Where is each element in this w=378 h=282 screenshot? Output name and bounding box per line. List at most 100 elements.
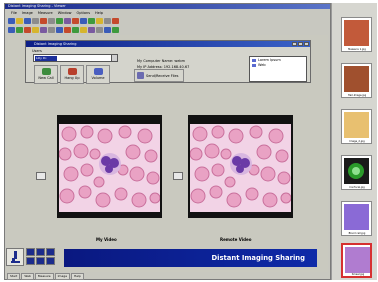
minimize-button[interactable] [292, 42, 297, 46]
thumbnail-image [344, 20, 369, 46]
user-name: Web [258, 63, 266, 67]
thumbnail[interactable]: Blood cell.jpg [341, 201, 372, 236]
thumbnail[interactable]: Confocal.jpg [341, 155, 372, 190]
color-icon[interactable] [96, 18, 103, 24]
tool-tile[interactable] [46, 248, 55, 256]
undo-icon[interactable] [64, 18, 71, 24]
microscope-icon [11, 251, 20, 263]
blood-smear-image [59, 124, 160, 212]
status-tab[interactable]: Measure [34, 272, 54, 280]
measure-icon[interactable] [88, 18, 95, 24]
tool-tile[interactable] [36, 248, 45, 256]
my-video-panel [57, 115, 162, 218]
thumbnail-caption: Image_2.jpg [349, 140, 365, 143]
toolbar-row-1 [8, 17, 119, 25]
capture-icon[interactable] [36, 172, 46, 180]
zoom-in-icon[interactable] [72, 18, 79, 24]
hang-up-button[interactable]: Hang Up [60, 65, 84, 84]
conference-title-bar: Distant Imaging Sharing [26, 41, 310, 47]
rect-icon[interactable] [72, 27, 79, 33]
fill-icon[interactable] [104, 27, 111, 33]
menu-file[interactable]: File [11, 11, 17, 15]
user-icon [252, 59, 256, 62]
thumbnail-caption: Blood cell.jpg [348, 232, 366, 235]
thumbnail[interactable]: Hair-Image.jpg [341, 63, 372, 98]
thumbnail-image [344, 66, 369, 92]
menu-measure[interactable]: Measure [38, 11, 53, 15]
histogram-icon[interactable] [112, 18, 119, 24]
send-files-label: Send/Receive Files [146, 73, 179, 78]
flip-icon[interactable] [24, 27, 31, 33]
menu-options[interactable]: Options [77, 11, 91, 15]
remote-video-label: Remote Video [220, 237, 252, 242]
menu-bar: File Image Measure Window Options Help [5, 9, 330, 17]
arrow-icon[interactable] [56, 27, 63, 33]
close-button[interactable] [304, 42, 309, 46]
paste-icon[interactable] [56, 18, 63, 24]
eraser-icon[interactable] [96, 27, 103, 33]
list-item[interactable]: Web [252, 63, 304, 68]
maximize-button[interactable] [298, 42, 303, 46]
tool-tile[interactable] [26, 248, 35, 256]
status-tabs: Start Web Measure Image Help [7, 272, 167, 280]
send-receive-files-button[interactable]: Send/Receive Files [134, 69, 184, 82]
desktop: Distant Imaging Sharing - Viewer File Im… [0, 0, 378, 282]
hang-up-icon [67, 68, 77, 75]
zoom-out-icon[interactable] [80, 18, 87, 24]
thumbnail-caption: Hair-Image.jpg [347, 94, 367, 97]
thumbnail[interactable]: Image_2.jpg [341, 109, 372, 144]
new-call-button[interactable]: New Call [34, 65, 58, 84]
status-tab[interactable]: Start [7, 272, 21, 280]
my-video-label: My Video [96, 237, 117, 242]
tool-tile[interactable] [46, 257, 55, 265]
chevron-down-icon[interactable] [111, 55, 117, 61]
crop-icon[interactable] [32, 27, 39, 33]
thumbnail-image [345, 247, 370, 273]
peer-selected-value: Lilly Dr. [35, 56, 57, 61]
rotate-icon[interactable] [16, 27, 23, 33]
menu-window[interactable]: Window [58, 11, 72, 15]
remote-video-feed [190, 124, 291, 212]
status-tab[interactable]: Image [54, 272, 71, 280]
my-video-feed [59, 124, 160, 212]
blood-smear-image [190, 124, 291, 212]
picker-icon[interactable] [112, 27, 119, 33]
tool-tile[interactable] [26, 257, 35, 265]
transfer-icon [137, 72, 144, 79]
menu-image[interactable]: Image [22, 11, 33, 15]
thumbnail-caption: Smear.jpg [351, 273, 365, 276]
volume-button[interactable]: Volume [86, 65, 110, 84]
status-tab[interactable]: Web [21, 272, 34, 280]
user-list: Lorem Ipsum Web [249, 56, 307, 82]
brush-icon[interactable] [88, 27, 95, 33]
thumbnail[interactable]: Measure 1.jpg [341, 17, 372, 52]
thumbnail-caption: Measure 1.jpg [348, 48, 366, 51]
peer-select[interactable]: Lilly Dr. [33, 54, 118, 62]
status-tab[interactable]: Help [71, 272, 84, 280]
app-logo [6, 248, 24, 266]
print-icon[interactable] [32, 18, 39, 24]
copy-icon[interactable] [48, 18, 55, 24]
cell-fluorescence-icon [348, 163, 364, 179]
thumbnail-selected[interactable]: Smear.jpg [341, 243, 372, 278]
cut-icon[interactable] [40, 18, 47, 24]
hang-up-label: Hang Up [64, 76, 80, 80]
transfer-image-icon[interactable] [173, 172, 183, 180]
grid-icon[interactable] [104, 18, 111, 24]
users-label: Users [32, 49, 42, 53]
phone-icon [41, 68, 51, 75]
open-icon[interactable] [16, 18, 23, 24]
thumbnail-caption: Confocal.jpg [349, 186, 365, 189]
toolbar-row-2 [8, 26, 119, 34]
select-icon[interactable] [8, 27, 15, 33]
ellipse-icon[interactable] [80, 27, 87, 33]
filter-icon[interactable] [40, 27, 47, 33]
volume-label: Volume [91, 76, 105, 80]
new-call-label: New Call [38, 76, 54, 80]
save-icon[interactable] [24, 18, 31, 24]
menu-help[interactable]: Help [95, 11, 103, 15]
new-icon[interactable] [8, 18, 15, 24]
tool-tile[interactable] [36, 257, 45, 265]
text-icon[interactable] [48, 27, 55, 33]
line-icon[interactable] [64, 27, 71, 33]
